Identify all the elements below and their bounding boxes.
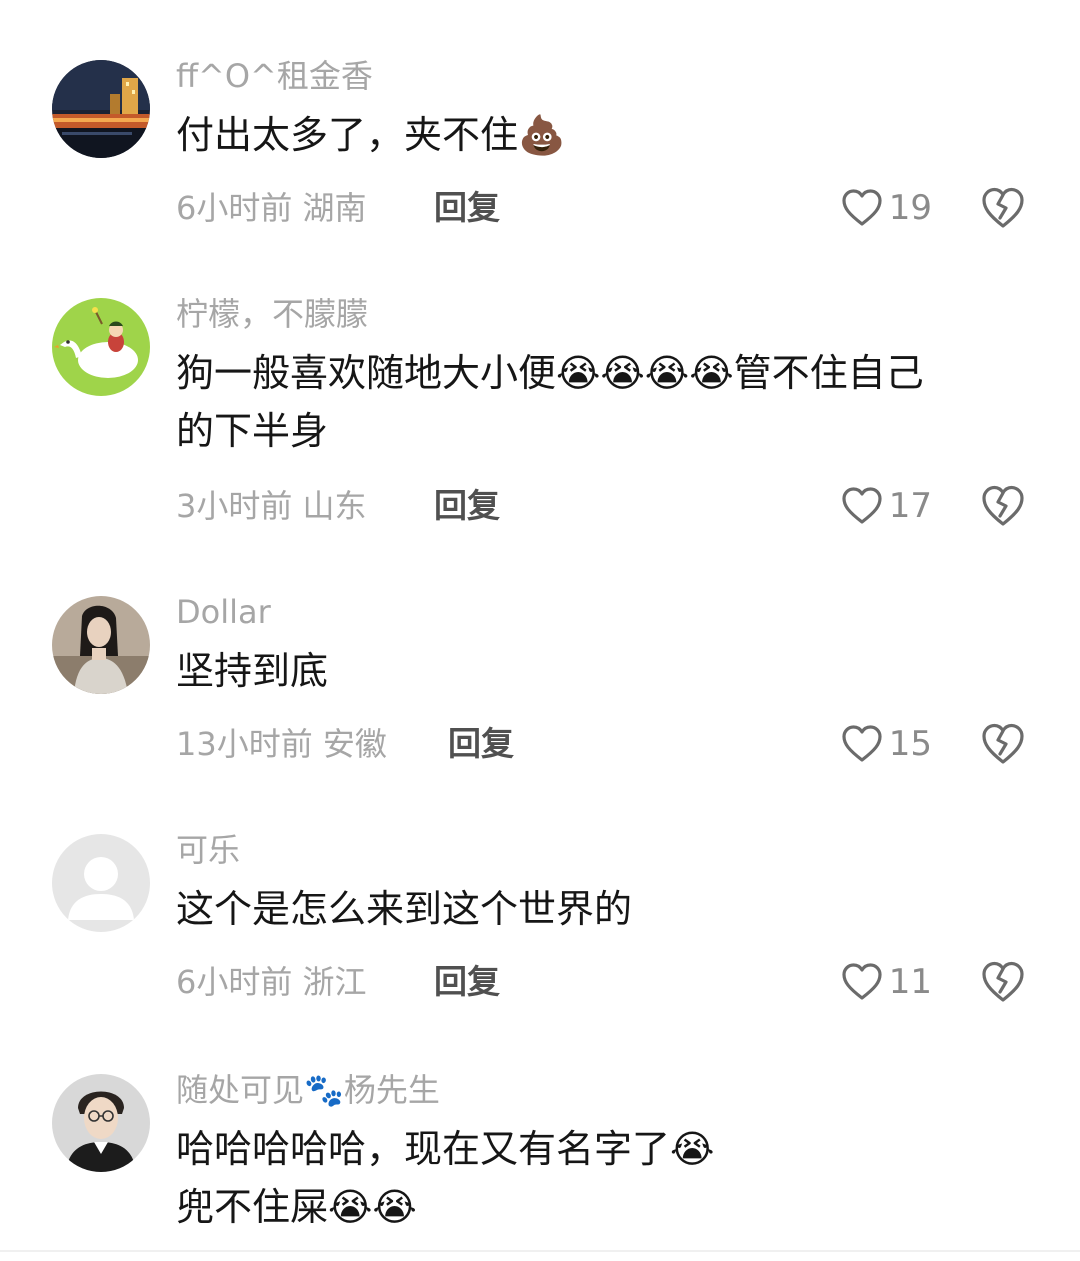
broken-heart-icon <box>982 485 1024 526</box>
avatar[interactable] <box>52 834 150 932</box>
reply-button[interactable]: 回复 <box>434 486 500 526</box>
heart-outline-icon <box>842 487 882 524</box>
like-count: 15 <box>888 724 932 764</box>
man-with-glasses-avatar-icon <box>52 1074 150 1172</box>
avatar[interactable] <box>52 596 150 694</box>
timestamp: 13小时前 <box>176 725 313 763</box>
like-button[interactable]: 11 <box>841 960 932 1004</box>
heart-outline-icon <box>842 189 882 226</box>
broken-heart-icon <box>982 723 1024 764</box>
avatar[interactable] <box>52 298 150 396</box>
like-button[interactable]: 17 <box>841 484 932 528</box>
like-button[interactable]: 19 <box>841 186 932 230</box>
location: 湖南 <box>302 189 367 227</box>
comment-meta: 3小时前 山东 <box>176 486 367 526</box>
like-button[interactable]: 15 <box>841 722 932 766</box>
like-count: 11 <box>888 962 932 1002</box>
default-user-avatar-icon <box>52 834 150 932</box>
reply-button[interactable]: 回复 <box>434 188 500 228</box>
heart-outline-icon <box>842 725 882 762</box>
comment-meta: 13小时前 安徽 <box>176 724 387 764</box>
broken-heart-icon <box>982 961 1024 1002</box>
broken-heart-icon <box>982 187 1024 228</box>
comment-text: 坚持到底 <box>176 649 329 693</box>
comment-text: 狗一般喜欢随地大小便😭😭😭😭管不住自己 的下半身 <box>176 351 924 453</box>
comment-meta: 6小时前 浙江 <box>176 962 367 1002</box>
avatar[interactable] <box>52 60 150 158</box>
reply-button[interactable]: 回复 <box>448 724 514 764</box>
location: 浙江 <box>302 963 367 1001</box>
username[interactable]: 柠檬，不朦朦 <box>176 294 368 334</box>
username[interactable]: Dollar <box>176 592 271 632</box>
like-count: 19 <box>888 188 932 228</box>
timestamp: 3小时前 <box>176 487 293 525</box>
person-photo-avatar-icon <box>52 596 150 694</box>
like-count: 17 <box>888 486 932 526</box>
dislike-button[interactable] <box>980 186 1026 230</box>
username[interactable]: 随处可见🐾杨先生 <box>176 1070 440 1110</box>
dislike-button[interactable] <box>980 484 1026 528</box>
username[interactable]: ff^O^租金香 <box>176 56 373 96</box>
dislike-button[interactable] <box>980 960 1026 1004</box>
comment-meta: 6小时前 湖南 <box>176 188 367 228</box>
night-cityscape-avatar-icon <box>52 60 150 158</box>
goose-cartoon-avatar-icon <box>52 298 150 396</box>
divider <box>0 1250 1080 1252</box>
comment-text: 哈哈哈哈哈，现在又有名字了😭 兜不住屎😭😭 <box>176 1127 715 1229</box>
location: 山东 <box>302 487 367 525</box>
comment-list: ff^O^租金香 付出太多了，夹不住💩 6小时前 湖南 回复 19 柠檬，不朦朦… <box>0 0 1080 1261</box>
timestamp: 6小时前 <box>176 189 293 227</box>
heart-outline-icon <box>842 963 882 1000</box>
comment-text: 付出太多了，夹不住💩 <box>176 113 566 157</box>
avatar[interactable] <box>52 1074 150 1172</box>
dislike-button[interactable] <box>980 722 1026 766</box>
location: 安徽 <box>322 725 387 763</box>
reply-button[interactable]: 回复 <box>434 962 500 1002</box>
username[interactable]: 可乐 <box>176 830 240 870</box>
comment-text: 这个是怎么来到这个世界的 <box>176 887 633 931</box>
timestamp: 6小时前 <box>176 963 293 1001</box>
